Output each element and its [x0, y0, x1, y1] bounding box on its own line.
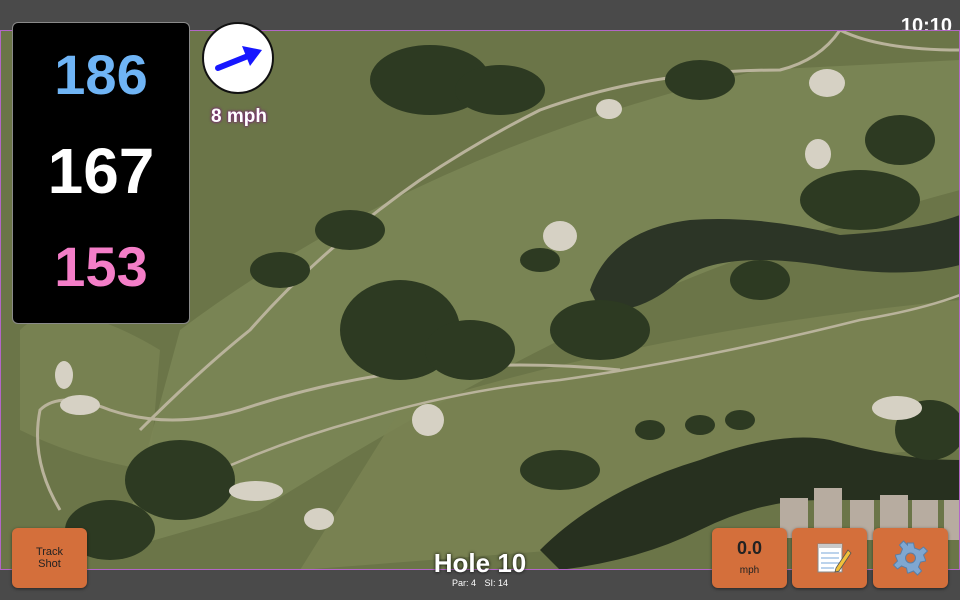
- speed-unit: mph: [739, 565, 760, 576]
- back-distance: 186: [54, 43, 148, 106]
- speed-value: 0.0: [736, 538, 763, 558]
- notes-button[interactable]: [792, 528, 867, 588]
- notepad-icon: [817, 543, 852, 573]
- hole-info: Par: 4 SI: 14: [380, 577, 580, 589]
- track-shot-button[interactable]: Track Shot: [12, 528, 87, 588]
- track-shot-label-line1: Track: [35, 546, 64, 558]
- distance-panel: 186 167 153: [12, 22, 190, 324]
- settings-button[interactable]: [873, 528, 948, 588]
- track-shot-label-line2: Shot: [38, 558, 61, 570]
- gear-icon: [892, 540, 929, 576]
- center-distance: 167: [47, 135, 155, 207]
- speed-button[interactable]: 0.0 mph: [712, 528, 787, 588]
- hole-title: Hole 10: [433, 548, 527, 578]
- wind-arrow-icon: [215, 46, 262, 71]
- wind-indicator: [202, 22, 274, 94]
- front-distance: 153: [54, 235, 148, 298]
- hole-par: Par: 4: [451, 578, 476, 588]
- hole-stroke-index: SI: 14: [484, 578, 509, 588]
- wind-speed-label: 8 mph: [211, 106, 267, 127]
